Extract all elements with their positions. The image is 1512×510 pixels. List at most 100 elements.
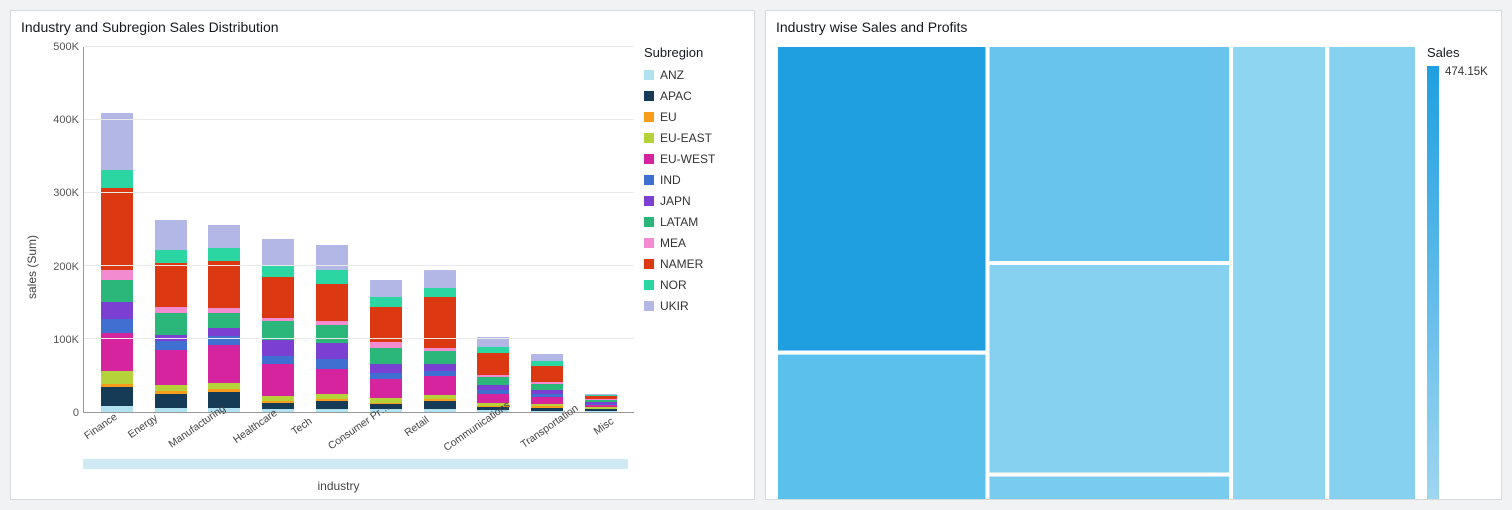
bar-segment[interactable] [101,406,133,412]
bar-segment[interactable] [155,341,187,350]
bar-segment[interactable] [155,263,187,307]
x-tick: Retail [396,410,449,460]
bar-segment[interactable] [208,392,240,408]
bar-segment[interactable] [155,350,187,385]
legend-item[interactable]: EU [644,110,744,124]
bar-segment[interactable] [155,313,187,335]
bar-segment[interactable] [262,277,294,318]
bar-segment[interactable] [424,401,456,410]
treemap[interactable]: Group By: industry Size: profit (Sum) Co… [776,45,1417,500]
bar-segment[interactable] [262,356,294,364]
bar-segment[interactable] [424,297,456,347]
bar-segment[interactable] [155,220,187,250]
bar-segment[interactable] [208,248,240,261]
bar-segment[interactable] [424,351,456,364]
x-scrollbar[interactable] [83,459,628,469]
bar-segment[interactable] [477,377,509,385]
bar-segment[interactable] [208,225,240,248]
bar-segment[interactable] [101,270,133,279]
bar-segment[interactable] [101,371,133,384]
bar-segment[interactable] [208,313,240,329]
bar-segment[interactable] [424,376,456,395]
legend-item[interactable]: APAC [644,89,744,103]
bar-segment[interactable] [370,297,402,306]
x-scrollbar-thumb[interactable] [83,459,628,469]
treemap-cell[interactable] [988,263,1232,475]
bar-segment[interactable] [370,379,402,398]
treemap-cell[interactable] [988,45,1232,263]
bar-segment[interactable] [316,359,348,369]
bar-segment[interactable] [262,265,294,276]
bar-segment[interactable] [101,387,133,406]
bar-segment[interactable] [101,302,133,320]
bar-segment[interactable] [316,343,348,359]
treemap-cell[interactable] [1231,45,1327,500]
bar-segment[interactable] [262,239,294,265]
bar-segment[interactable] [370,348,402,364]
legend-item[interactable]: UKIR [644,299,744,313]
bar-column[interactable] [198,225,252,412]
bar-segment[interactable] [370,307,402,342]
bar-column[interactable] [305,245,359,412]
bar-segment[interactable] [262,340,294,356]
treemap-cell[interactable] [1327,45,1417,500]
bar-segment[interactable] [208,261,240,308]
treemap-cell[interactable] [776,45,988,353]
legend-item[interactable]: NAMER [644,257,744,271]
bar-segment[interactable] [316,284,348,322]
bar-stack[interactable] [208,225,240,412]
bar-segment[interactable] [101,319,133,333]
bar-column[interactable] [90,113,144,412]
legend-item[interactable]: EU-WEST [644,152,744,166]
bar-segment[interactable] [101,113,133,170]
bar-segment[interactable] [370,280,402,298]
bar-segment[interactable] [370,364,402,373]
bar-segment[interactable] [155,408,187,412]
bar-segment[interactable] [531,397,563,405]
bar-column[interactable] [574,394,628,412]
legend-item[interactable]: ANZ [644,68,744,82]
bar-segment[interactable] [424,288,456,297]
legend-item[interactable]: JAPN [644,194,744,208]
bar-column[interactable] [467,337,521,413]
bar-column[interactable] [144,220,198,412]
bar-segment[interactable] [424,270,456,288]
bar-stack[interactable] [531,354,563,412]
treemap-svg[interactable] [776,45,1417,500]
bar-segment[interactable] [477,353,509,375]
bar-segment[interactable] [424,364,456,372]
bar-segment[interactable] [316,245,348,270]
bar-segment[interactable] [316,409,348,412]
bar-plot[interactable]: 0100K200K300K400K500K [43,41,634,413]
legend-item[interactable]: IND [644,173,744,187]
bar-segment[interactable] [316,401,348,409]
bar-stack[interactable] [155,220,187,412]
bar-segment[interactable] [316,369,348,394]
bar-segment[interactable] [101,188,133,270]
bar-segment[interactable] [101,280,133,302]
bar-segment[interactable] [208,328,240,336]
bar-segment[interactable] [155,394,187,408]
bar-segment[interactable] [531,354,563,361]
bar-column[interactable] [359,280,413,412]
bar-column[interactable] [520,354,574,412]
legend-item[interactable]: EU-EAST [644,131,744,145]
bar-segment[interactable] [208,345,240,383]
bar-stack[interactable] [424,270,456,412]
bar-segment[interactable] [101,170,133,189]
legend-item[interactable]: NOR [644,278,744,292]
bar-stack[interactable] [370,280,402,412]
bar-segment[interactable] [316,270,348,284]
bar-segment[interactable] [316,325,348,344]
bar-segment[interactable] [262,364,294,396]
treemap-cell[interactable] [776,353,988,500]
bar-column[interactable] [413,270,467,412]
bar-stack[interactable] [585,394,617,412]
legend-item[interactable]: LATAM [644,215,744,229]
bar-stack[interactable] [101,113,133,412]
bar-segment[interactable] [531,366,563,382]
bar-segment[interactable] [155,250,187,264]
bar-stack[interactable] [316,245,348,412]
treemap-cell[interactable] [988,474,1232,500]
legend-item[interactable]: MEA [644,236,744,250]
